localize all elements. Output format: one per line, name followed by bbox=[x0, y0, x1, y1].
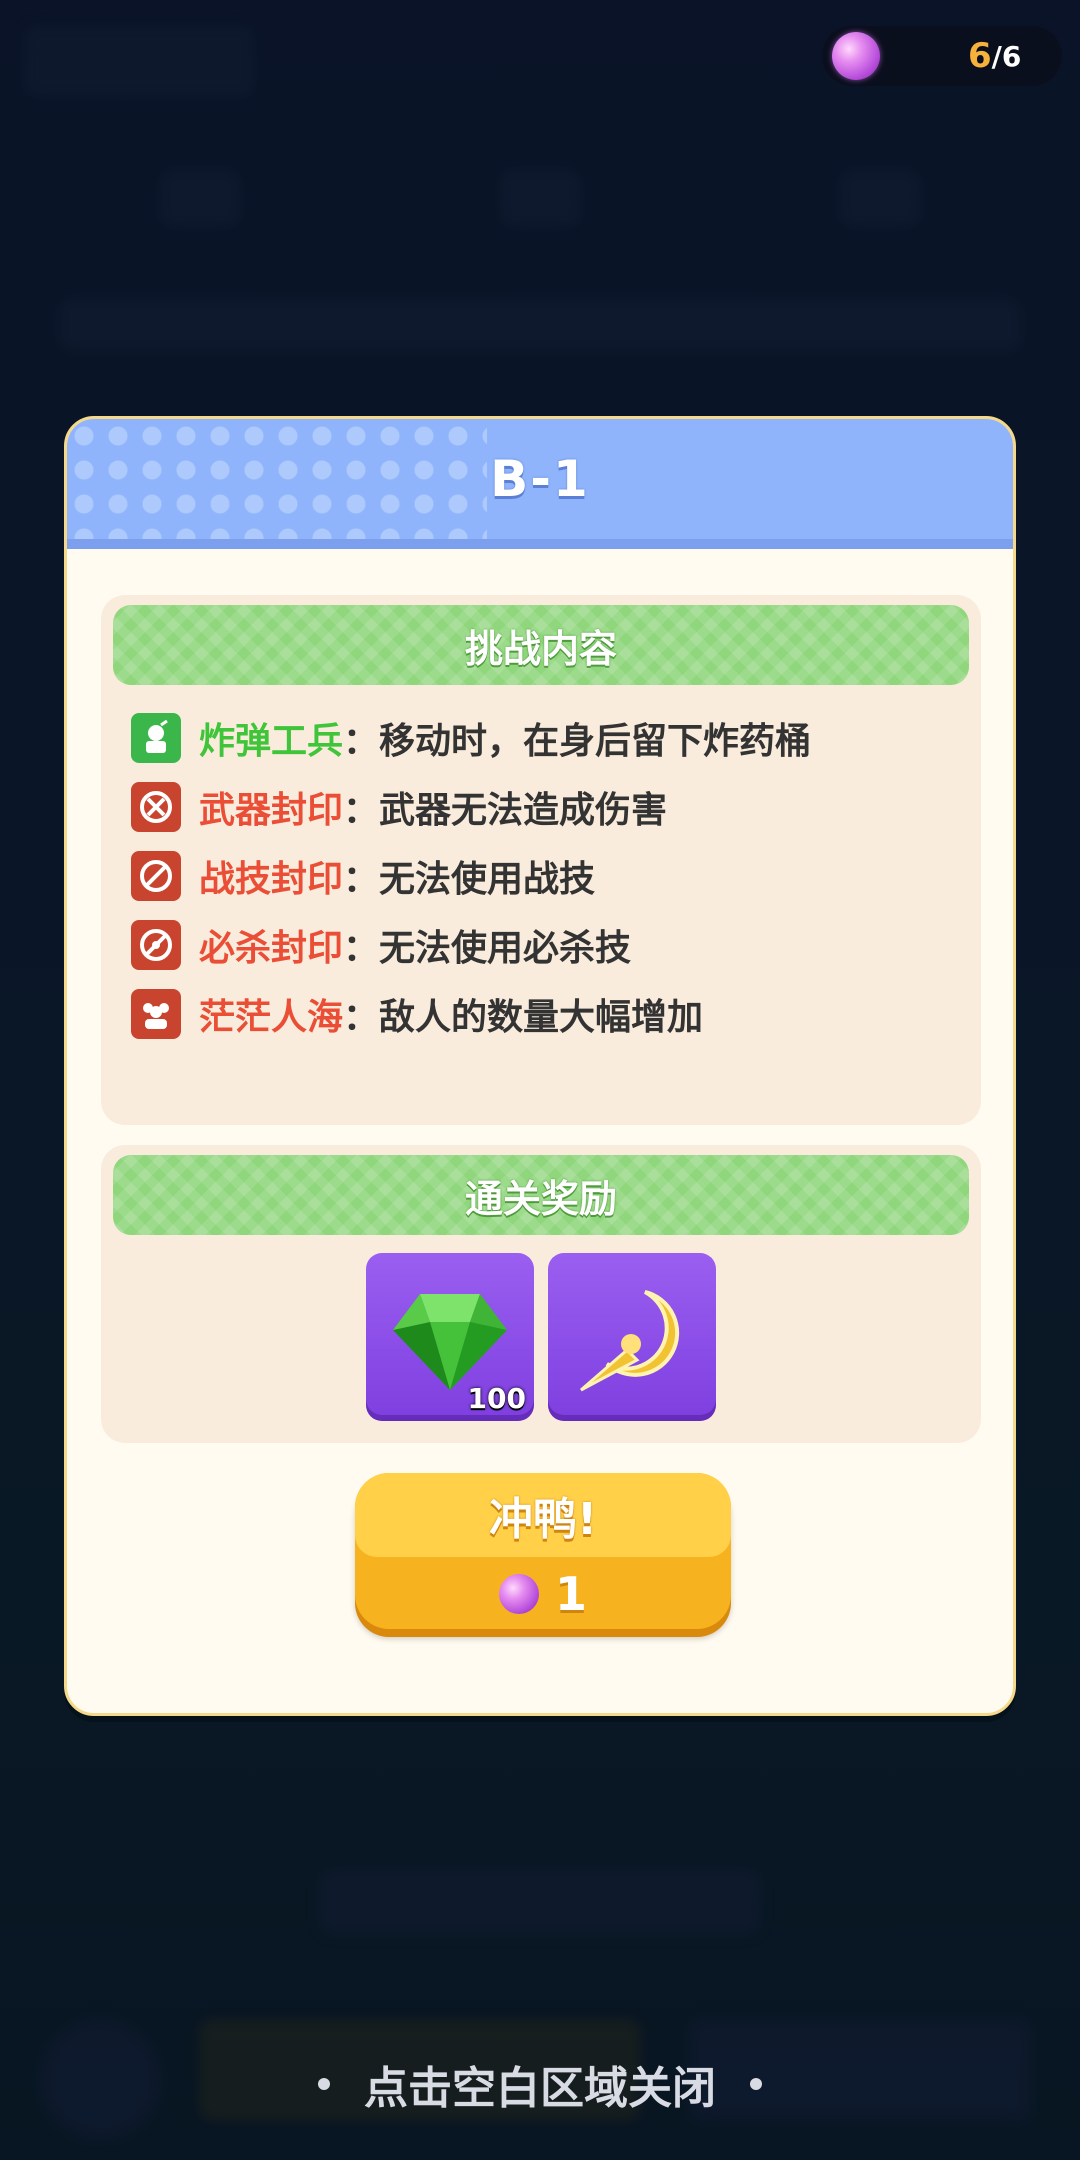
start-button-cost: 1 bbox=[498, 1567, 587, 1621]
challenge-name: 茫茫人海 bbox=[199, 996, 344, 1038]
challenge-item: 炸弹工兵 ： 移动时，在身后留下炸药桶 bbox=[131, 703, 981, 772]
energy-counter: 6 /6 bbox=[822, 26, 1062, 86]
stage-title: B-1 bbox=[490, 450, 590, 508]
challenge-list: 炸弹工兵 ： 移动时，在身后留下炸药桶 武器封印 ： 武器无法造成伤害 战技封印… bbox=[101, 685, 981, 1048]
reward-banner: 通关奖励 bbox=[113, 1155, 969, 1235]
reward-quantity: 100 bbox=[467, 1382, 526, 1415]
header-pattern bbox=[67, 419, 487, 539]
reward-item[interactable] bbox=[548, 1253, 716, 1421]
energy-orb-icon bbox=[498, 1574, 539, 1614]
golden-crescent-icon bbox=[580, 1290, 680, 1392]
challenge-separator: ： bbox=[343, 996, 380, 1038]
challenge-separator: ： bbox=[343, 789, 380, 831]
challenge-name: 炸弹工兵 bbox=[199, 720, 344, 762]
challenge-item: 战技封印 ： 无法使用战技 bbox=[131, 841, 981, 910]
close-hint: 点击空白区域关闭 bbox=[0, 2052, 1080, 2116]
challenge-desc: 移动时，在身后留下炸药桶 bbox=[379, 720, 812, 762]
challenge-name: 武器封印 bbox=[199, 789, 344, 831]
challenge-item: 必杀封印 ： 无法使用必杀技 bbox=[131, 910, 981, 979]
challenge-desc: 无法使用必杀技 bbox=[379, 927, 632, 969]
challenge-name: 必杀封印 bbox=[199, 927, 344, 969]
energy-total: /6 bbox=[991, 39, 1022, 73]
reward-list: 100 bbox=[101, 1253, 981, 1421]
start-button-label: 冲鸭! bbox=[488, 1494, 598, 1545]
reward-panel: 通关奖励 100 bbox=[101, 1145, 981, 1443]
challenge-heading: 挑战内容 bbox=[464, 626, 617, 671]
weapon-seal-icon bbox=[131, 781, 181, 832]
start-button-top: 冲鸭! bbox=[355, 1473, 731, 1557]
bomb-engineer-icon bbox=[131, 712, 181, 763]
challenge-banner: 挑战内容 bbox=[113, 605, 969, 685]
reward-item[interactable]: 100 bbox=[366, 1253, 534, 1421]
challenge-desc: 武器无法造成伤害 bbox=[379, 789, 668, 831]
skill-seal-icon bbox=[131, 850, 181, 901]
challenge-item: 茫茫人海 ： 敌人的数量大幅增加 bbox=[131, 979, 981, 1048]
challenge-item: 武器封印 ： 武器无法造成伤害 bbox=[131, 772, 981, 841]
challenge-name: 战技封印 bbox=[199, 858, 344, 900]
reward-heading: 通关奖励 bbox=[464, 1176, 617, 1221]
challenge-separator: ： bbox=[343, 720, 380, 762]
hint-dot bbox=[750, 2078, 762, 2090]
challenge-desc: 敌人的数量大幅增加 bbox=[379, 996, 704, 1038]
start-challenge-button[interactable]: 冲鸭! 1 bbox=[355, 1473, 731, 1629]
hint-dot bbox=[318, 2078, 330, 2090]
crowd-icon bbox=[131, 988, 181, 1039]
energy-current: 6 bbox=[968, 36, 992, 76]
challenge-desc: 无法使用战技 bbox=[379, 858, 596, 900]
challenge-separator: ： bbox=[343, 858, 380, 900]
challenge-panel: 挑战内容 炸弹工兵 ： 移动时，在身后留下炸药桶 武器封印 ： 武器无法造成伤害 bbox=[101, 595, 981, 1125]
start-button-cost-value: 1 bbox=[554, 1567, 587, 1621]
close-hint-text: 点击空白区域关闭 bbox=[364, 2063, 716, 2114]
stage-dialog: B-1 挑战内容 炸弹工兵 ： 移动时，在身后留下炸药桶 武器封印 ： 武器无法… bbox=[64, 416, 1016, 1716]
challenge-separator: ： bbox=[343, 927, 380, 969]
dialog-header: B-1 bbox=[67, 419, 1013, 549]
ultimate-seal-icon bbox=[131, 919, 181, 970]
energy-orb-icon bbox=[832, 32, 880, 80]
